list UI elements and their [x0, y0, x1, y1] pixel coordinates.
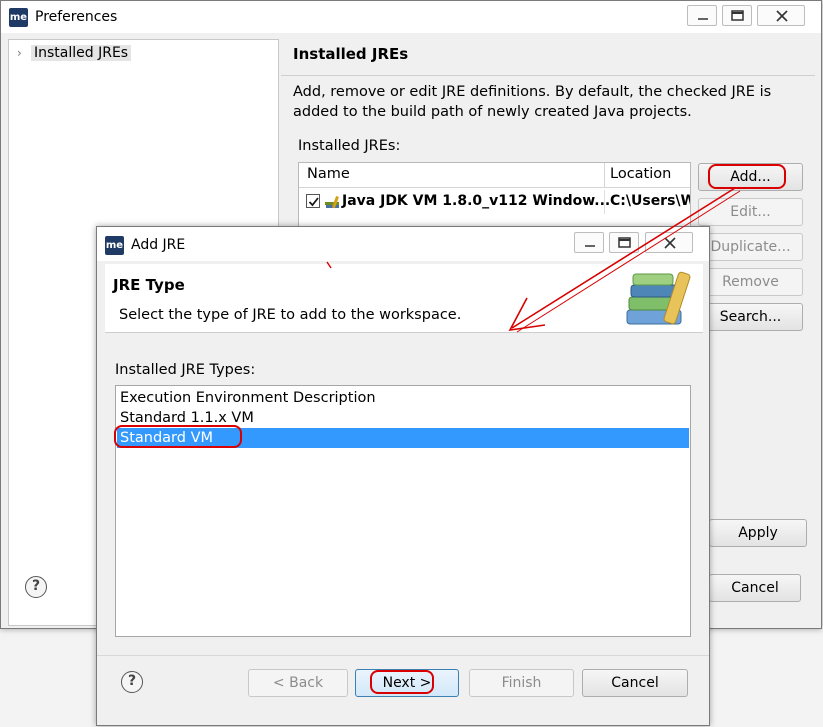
minimize-button[interactable] — [574, 232, 604, 253]
table-row[interactable]: Java JDK VM 1.8.0_v112 Window... C:\User… — [299, 190, 690, 214]
close-icon — [776, 10, 788, 22]
search-jre-button[interactable]: Search... — [698, 303, 803, 331]
jre-library-icon — [325, 196, 339, 209]
page-description: Add, remove or edit JRE definitions. By … — [293, 84, 772, 120]
help-icon[interactable]: ? — [121, 671, 143, 693]
list-item-execution-environment[interactable]: Execution Environment Description — [117, 388, 689, 408]
wizard-page-title: JRE Type — [113, 276, 185, 294]
add-jre-button[interactable]: Add... — [698, 163, 803, 191]
footer-divider — [97, 655, 709, 656]
finish-button[interactable]: Finish — [469, 669, 574, 697]
add-jre-titlebar[interactable]: me Add JRE — [97, 227, 709, 261]
app-logo-icon: me — [9, 8, 28, 27]
installed-jre-types-label: Installed JRE Types: — [115, 362, 256, 378]
table-header: Name Location — [299, 163, 690, 188]
back-button[interactable]: < Back — [248, 669, 348, 697]
close-button[interactable] — [757, 5, 805, 26]
jre-types-list[interactable]: Execution Environment Description Standa… — [115, 385, 691, 637]
list-item-standard-11x-vm[interactable]: Standard 1.1.x VM — [117, 408, 689, 428]
column-header-name[interactable]: Name — [307, 166, 350, 182]
column-divider[interactable] — [604, 163, 605, 188]
books-icon — [626, 271, 691, 325]
maximize-button[interactable] — [609, 232, 639, 253]
window-title: Preferences — [35, 9, 118, 25]
add-jre-dialog: me Add JRE JRE Type Select the type of J… — [96, 226, 710, 726]
minimize-button[interactable] — [687, 5, 717, 26]
next-button[interactable]: Next > — [355, 669, 459, 697]
wizard-page-message: Select the type of JRE to add to the wor… — [119, 307, 462, 323]
page-divider — [281, 75, 815, 76]
maximize-icon — [618, 237, 631, 248]
edit-jre-button[interactable]: Edit... — [698, 198, 803, 226]
jre-name: Java JDK VM 1.8.0_v112 Window... — [342, 193, 611, 209]
jre-default-checkbox[interactable] — [306, 194, 320, 208]
dialog-cancel-button[interactable]: Cancel — [582, 669, 688, 697]
list-item-standard-vm[interactable]: Standard VM — [117, 428, 689, 448]
nav-item-label: Installed JREs — [31, 45, 132, 61]
cancel-button[interactable]: Cancel — [709, 574, 801, 602]
cell-divider — [604, 190, 605, 214]
dialog-title: Add JRE — [131, 237, 186, 253]
help-icon[interactable]: ? — [25, 576, 47, 598]
maximize-button[interactable] — [722, 5, 752, 26]
duplicate-jre-button[interactable]: Duplicate... — [698, 233, 803, 261]
page-title: Installed JREs — [293, 45, 409, 63]
installed-jres-label: Installed JREs: — [298, 138, 401, 154]
jre-location: C:\Users\W — [610, 193, 691, 209]
close-button[interactable] — [645, 232, 693, 253]
apply-button[interactable]: Apply — [709, 519, 807, 547]
maximize-icon — [731, 10, 744, 21]
preferences-titlebar[interactable]: me Preferences — [1, 1, 821, 33]
column-header-location[interactable]: Location — [610, 166, 671, 182]
checkbox-icon — [308, 197, 319, 207]
minimize-icon — [585, 245, 595, 247]
minimize-icon — [698, 18, 708, 20]
close-icon — [664, 237, 676, 249]
chevron-right-icon[interactable]: › — [17, 43, 31, 63]
wizard-banner: JRE Type Select the type of JRE to add t… — [105, 264, 703, 333]
nav-item-installed-jres[interactable]: › Installed JREs — [17, 43, 132, 63]
app-logo-icon: me — [105, 236, 124, 255]
remove-jre-button[interactable]: Remove — [698, 268, 803, 296]
